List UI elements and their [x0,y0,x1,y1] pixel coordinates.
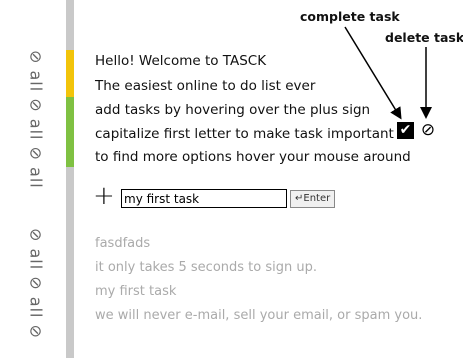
important-color-stripe [66,50,74,97]
filter-tab-bottom-label: ⊘ all ⊘ all ⊘ [26,228,46,339]
enter-button[interactable]: ↵Enter [290,190,336,208]
filter-tab-bottom[interactable]: ⊘ all ⊘ all ⊘ [22,228,50,348]
new-task-input[interactable] [121,189,287,208]
intro-line[interactable]: add tasks by hovering over the plus sign [95,102,370,118]
filter-tab-top-label: ⊘ all ⊘ all ⊘ all [26,50,46,189]
intro-line[interactable]: The easiest online to do list ever [95,78,315,94]
complete-task-annotation: complete task [300,9,400,24]
completed-task-item[interactable]: we will never e-mail, sell your email, o… [95,308,422,323]
completed-task-item[interactable]: it only takes 5 seconds to sign up. [95,260,317,275]
delete-task-annotation: delete task [385,30,463,45]
intro-line[interactable]: Hello! Welcome to TASCK [95,53,266,69]
check-icon[interactable]: ✔ [397,122,414,139]
completed-task-item[interactable]: fasdfads [95,236,150,251]
normal-color-stripe [66,97,74,167]
filter-tab-top[interactable]: ⊘ all ⊘ all ⊘ all [22,50,50,190]
add-task-plus-icon[interactable]: + [93,183,115,209]
completed-task-item[interactable]: my first task [95,284,176,299]
intro-line[interactable]: capitalize first letter to make task imp… [95,126,394,142]
intro-line[interactable]: to find more options hover your mouse ar… [95,149,411,165]
prohibited-icon[interactable]: ⊘ [419,121,437,139]
